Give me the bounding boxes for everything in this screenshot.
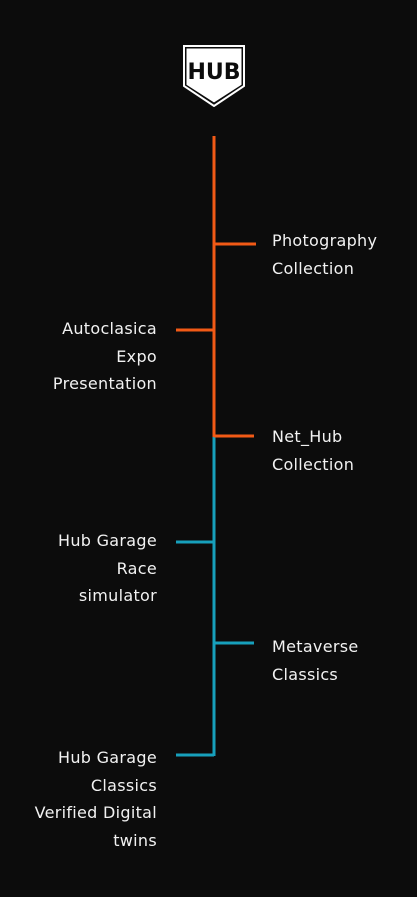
timeline-item-nethub: Net_Hub Collection	[272, 427, 355, 474]
timeline-item-autoclasica: Autoclasica Expo Presentation	[52, 319, 157, 393]
timeline-item-digital-twins: Hub Garage Classics Verified Digital twi…	[34, 748, 157, 850]
timeline-item-metaverse: Metaverse Classics	[272, 637, 359, 684]
timeline-item-race-simulator: Hub Garage Race simulator	[58, 531, 157, 605]
timeline-item-photography: Photography Collection	[272, 231, 378, 278]
